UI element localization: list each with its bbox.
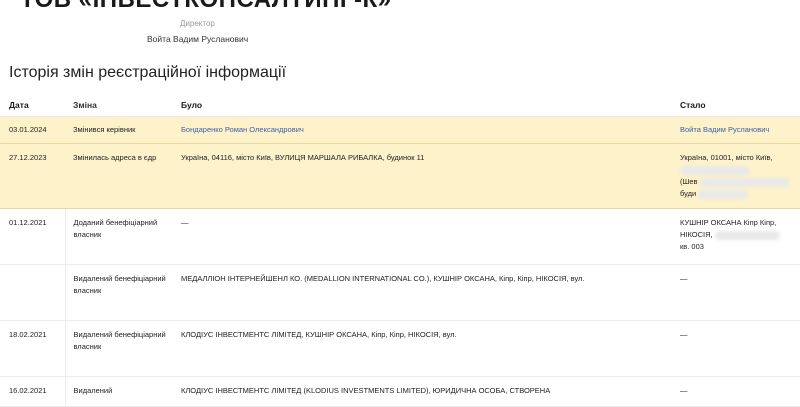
director-role: Директор	[180, 19, 215, 28]
redacted-block	[680, 165, 750, 175]
table-row: 01.12.2021 Доданий бенефіціарний власник…	[0, 208, 800, 265]
section-title: Історія змін реєстраційної інформації	[9, 64, 287, 81]
row-was-value: —	[172, 208, 671, 265]
row-change-type: Змінилась адреса в єдр	[65, 143, 172, 209]
row-now-value: —	[671, 376, 800, 407]
now-address-fragment: буди	[680, 189, 697, 198]
row-was-value: КЛОДІУС ІНВЕСТМЕНТС ЛІМІТЕД (KLODIUS INV…	[172, 376, 671, 407]
row-date: 16.02.2021	[0, 376, 65, 407]
now-owner-fragment: кв. 003	[680, 242, 704, 251]
now-owner-line: КУШНІР ОКСАНА Кіпр Кіпр,	[680, 218, 777, 227]
director-name: Войта Вадим Русланович	[147, 34, 249, 44]
now-value-link[interactable]: Войта Вадим Русланович	[680, 125, 769, 134]
table-row: 27.12.2023 Змінилась адреса в єдр Україн…	[0, 143, 800, 209]
column-header-date: Дата	[0, 94, 65, 117]
company-title: ТОВ «ІНВЕСТКОНСАЛТИНГ-К»	[20, 0, 420, 14]
row-change-type: Змінився керівник	[65, 116, 172, 144]
row-change-type: Видалений бенефіціарний власник	[64, 264, 172, 321]
now-owner-fragment: НІКОСІЯ,	[680, 230, 713, 239]
was-value-link[interactable]: Бондаренко Роман Олександрович	[181, 125, 304, 134]
row-was-value: КЛОДІУС ІНВЕСТМЕНТС ЛІМІТЕД, КУШНІР ОКСА…	[172, 320, 671, 377]
table-row: Видалений бенефіціарний власник МЕДАЛЛІО…	[0, 264, 800, 321]
changes-table: Дата Зміна Було Стало 03.01.2024 Змінивс…	[0, 94, 800, 407]
table-row: 03.01.2024 Змінився керівник Бондаренко …	[0, 116, 800, 144]
column-header-change: Зміна	[65, 94, 172, 117]
now-address-fragment: (Шев	[680, 177, 698, 186]
row-was-value: МЕДАЛЛІОН ІНТЕРНЕЙШЕНЛ КО. (MEDALLION IN…	[172, 264, 671, 321]
table-row: 16.02.2021 Видалений КЛОДІУС ІНВЕСТМЕНТС…	[0, 376, 800, 407]
row-date: 01.12.2021	[0, 208, 65, 265]
redacted-block	[699, 177, 790, 187]
row-date	[0, 264, 65, 321]
column-header-now: Стало	[671, 94, 800, 117]
column-header-was: Було	[172, 94, 671, 117]
row-date: 03.01.2024	[0, 116, 65, 144]
row-now-value: —	[671, 264, 800, 321]
row-date: 18.02.2021	[0, 320, 65, 377]
row-date: 27.12.2023	[0, 143, 65, 209]
row-change-type: Доданий бенефіціарний власник	[64, 208, 172, 265]
redacted-block	[714, 230, 780, 240]
table-row: 18.02.2021 Видалений бенефіціарний власн…	[0, 320, 800, 377]
row-now-value: —	[671, 320, 800, 377]
redacted-block	[698, 189, 749, 199]
table-header-row: Дата Зміна Було Стало	[0, 94, 800, 117]
row-was-value: Україна, 04116, місто Київ, ВУЛИЦЯ МАРША…	[172, 143, 671, 209]
now-address-line: Україна, 01001, місто Київ,	[680, 153, 773, 162]
row-change-type: Видалений	[64, 376, 172, 407]
row-change-type: Видалений бенефіціарний власник	[64, 320, 172, 377]
